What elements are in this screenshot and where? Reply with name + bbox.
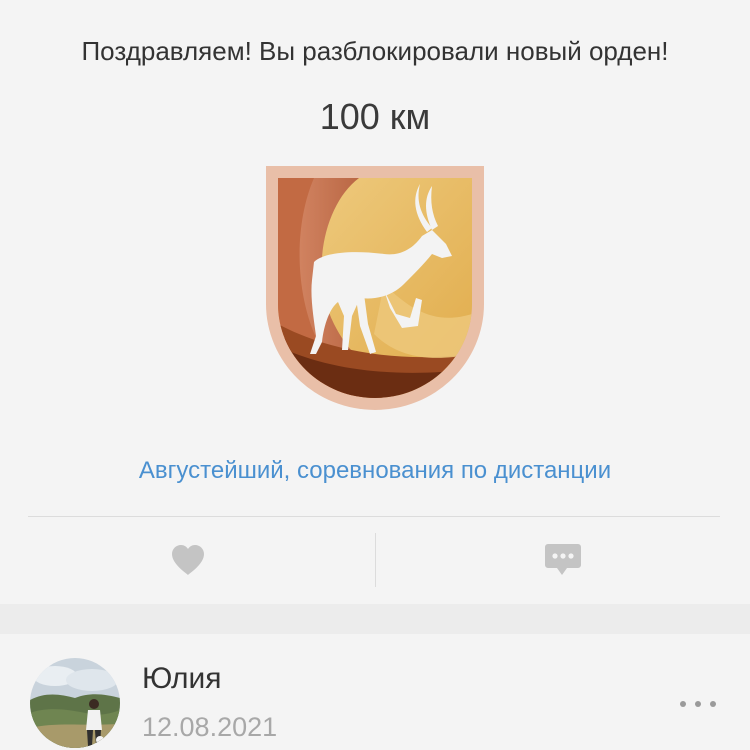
section-gap (0, 604, 750, 634)
like-button[interactable] (0, 517, 375, 603)
avatar-image (30, 658, 120, 748)
heart-icon (171, 545, 204, 575)
achievement-distance: 100 км (319, 96, 431, 137)
post-date: 12.08.2021 (142, 712, 278, 742)
more-dots-icon (680, 701, 716, 707)
comment-icon (544, 544, 581, 575)
avatar[interactable] (30, 658, 120, 748)
comment-button[interactable] (375, 517, 750, 603)
medal-name-link[interactable]: Августейший, соревнования по дистанции (0, 457, 750, 485)
action-bar (0, 517, 750, 603)
user-name[interactable]: Юлия (142, 662, 221, 696)
antelope-icon (266, 166, 484, 410)
post-header: Юлия 12.08.2021 (0, 634, 750, 750)
achievement-card: Поздравляем! Вы разблокировали новый орд… (0, 0, 750, 604)
achievement-title: Поздравляем! Вы разблокировали новый орд… (81, 36, 669, 66)
medal-badge (264, 164, 486, 412)
more-button[interactable] (668, 686, 728, 722)
